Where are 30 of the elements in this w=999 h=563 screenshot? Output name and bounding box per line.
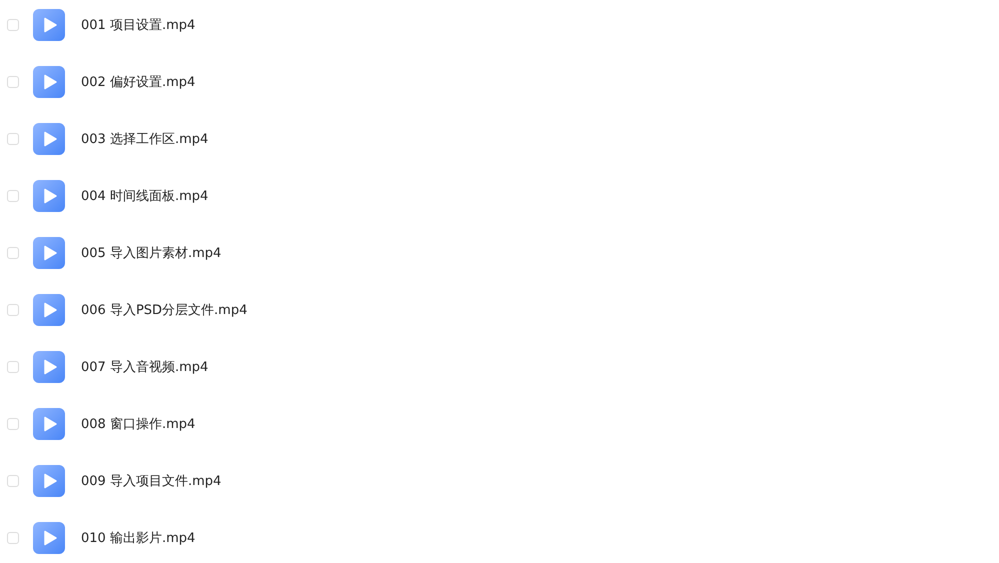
checkbox[interactable]: [7, 190, 19, 202]
checkbox[interactable]: [7, 532, 19, 544]
video-play-icon: [33, 408, 65, 440]
file-name[interactable]: 001 项目设置.mp4: [81, 16, 196, 34]
checkbox[interactable]: [7, 132, 19, 144]
file-name[interactable]: 002 偏好设置.mp4: [81, 72, 196, 90]
video-play-icon: [33, 180, 65, 212]
video-play-icon: [33, 66, 65, 98]
checkbox[interactable]: [7, 246, 19, 258]
checkbox[interactable]: [7, 418, 19, 430]
video-play-icon: [33, 122, 65, 154]
file-name[interactable]: 008 窗口操作.mp4: [81, 414, 196, 432]
video-play-icon: [33, 8, 65, 40]
video-play-icon: [33, 522, 65, 554]
video-play-icon: [33, 350, 65, 382]
file-name[interactable]: 009 导入项目文件.mp4: [81, 472, 222, 490]
file-name[interactable]: 004 时间线面板.mp4: [81, 186, 208, 204]
file-name[interactable]: 010 输出影片.mp4: [81, 528, 196, 546]
file-name[interactable]: 003 选择工作区.mp4: [81, 130, 208, 148]
file-name[interactable]: 005 导入图片素材.mp4: [81, 244, 222, 262]
video-play-icon: [33, 294, 65, 326]
file-name[interactable]: 006 导入PSD分层文件.mp4: [81, 300, 248, 318]
checkbox[interactable]: [7, 304, 19, 316]
checkbox[interactable]: [7, 18, 19, 30]
checkbox[interactable]: [7, 76, 19, 88]
checkbox[interactable]: [7, 360, 19, 372]
video-play-icon: [33, 464, 65, 496]
file-name[interactable]: 007 导入音视频.mp4: [81, 358, 208, 376]
video-play-icon: [33, 236, 65, 268]
checkbox[interactable]: [7, 474, 19, 486]
